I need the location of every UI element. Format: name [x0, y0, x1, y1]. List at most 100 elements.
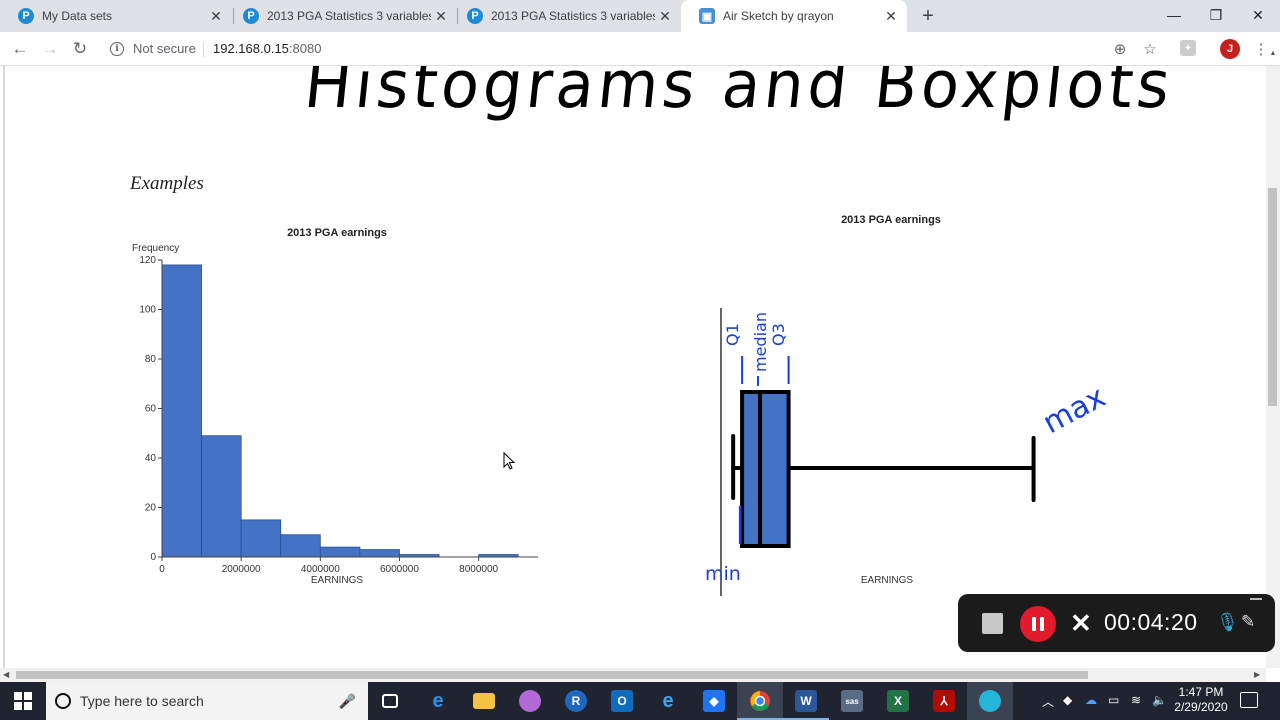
histogram-y-tick-label: 40	[145, 453, 157, 464]
histogram-y-tick-label: 60	[145, 404, 157, 415]
outlook-icon[interactable]: O	[608, 687, 636, 715]
histogram-bar	[240, 519, 282, 558]
histogram-bar	[201, 435, 242, 558]
minimize-recorder-button[interactable]	[1250, 598, 1262, 600]
paint-app-icon[interactable]	[516, 687, 544, 715]
taskbar-clock[interactable]: 1:47 PM 2/29/2020	[1172, 685, 1230, 715]
histogram-y-tick-label: 80	[145, 354, 157, 365]
pause-icon	[1032, 617, 1036, 631]
tab-strip: P My Data sets ✕ P 2013 PGA Statistics 3…	[0, 0, 1280, 32]
minimize-window-button[interactable]: —	[1152, 0, 1196, 30]
histogram-chart: 2013 PGA earnings Frequency EARNINGS 0 20…	[132, 227, 538, 586]
task-view-icon[interactable]	[376, 687, 404, 715]
word-icon[interactable]: W	[792, 687, 820, 715]
profile-avatar[interactable]: J	[1220, 39, 1240, 59]
pause-recording-button[interactable]	[1020, 606, 1056, 642]
scroll-up-arrow-icon[interactable]: ▲	[1267, 50, 1279, 60]
windows-taskbar: Type here to search 🎤 e R O e ◆ W sas X …	[0, 682, 1280, 720]
internet-explorer-icon[interactable]: e	[654, 687, 682, 715]
onedrive-icon[interactable]: ☁	[1085, 693, 1097, 707]
clock-time: 1:47 PM	[1178, 685, 1224, 699]
file-explorer-icon[interactable]	[470, 687, 498, 715]
action-center-icon[interactable]	[1240, 692, 1258, 708]
excel-icon[interactable]: X	[884, 687, 912, 715]
tab-pga-stats-2[interactable]: P 2013 PGA Statistics 3 variables ne ✕	[449, 0, 681, 32]
volume-muted-icon[interactable]: 🔈	[1152, 693, 1167, 707]
pinterest-style-favicon-icon: P	[467, 8, 483, 24]
vertical-scroll-thumb[interactable]	[1268, 188, 1277, 406]
histogram-y-tick-label: 0	[150, 552, 156, 563]
stop-recording-button[interactable]	[982, 613, 1003, 634]
url-divider	[203, 42, 204, 57]
close-tab-icon[interactable]: ✕	[431, 8, 451, 25]
reload-icon[interactable]: ↻	[68, 37, 92, 61]
tab-title: Air Sketch by qrayon	[723, 9, 834, 23]
max-annotation: max	[1037, 379, 1111, 441]
bookmark-star-icon[interactable]: ☆	[1139, 38, 1161, 60]
close-tab-icon[interactable]: ✕	[881, 8, 901, 25]
tab-pga-stats-1[interactable]: P 2013 PGA Statistics 3 variables ne ✕	[225, 0, 457, 32]
sas-icon[interactable]: sas	[838, 687, 866, 715]
pen-icon[interactable]: ✎	[1241, 612, 1255, 632]
boxplot-title: 2013 PGA earnings	[841, 214, 941, 226]
clock-date: 2/29/2020	[1174, 700, 1228, 714]
cortana-icon	[55, 693, 71, 709]
r-app-icon[interactable]: R	[562, 687, 590, 715]
histogram-x-tick-label: 4000000	[301, 564, 340, 575]
histogram-x-tick-label: 8000000	[459, 564, 498, 575]
histogram-bars	[161, 264, 519, 558]
windows-logo-icon	[14, 692, 32, 710]
address-bar[interactable]: 192.168.0.15:8080	[213, 41, 321, 56]
edge-browser-icon[interactable]: e	[424, 687, 452, 715]
chrome-logo-icon	[750, 691, 770, 711]
url-port: :8080	[288, 41, 322, 56]
extension-icon[interactable]: ✦	[1180, 40, 1196, 56]
histogram-y-tick-label: 20	[145, 503, 157, 514]
screen-recorder-app-icon[interactable]	[976, 687, 1004, 715]
histogram-ylabel: Frequency	[132, 243, 179, 254]
boxplot-xlabel: EARNINGS	[861, 575, 914, 586]
screen-recorder-widget: ✕ 00:04:20 🎙 ✎	[958, 594, 1275, 652]
pause-icon-bar	[1040, 617, 1044, 631]
page-content: Histograms and Boxplots Examples 2013 PG…	[0, 66, 1266, 668]
close-tab-icon[interactable]: ✕	[655, 8, 675, 25]
back-arrow-icon[interactable]: ←	[8, 37, 32, 61]
handwritten-title: Histograms and Boxplots	[300, 66, 1178, 123]
wifi-icon[interactable]: ≋	[1131, 693, 1141, 707]
microphone-icon[interactable]: 🎙	[1216, 612, 1239, 633]
scroll-left-arrow-icon[interactable]: ◀	[3, 668, 9, 682]
close-window-button[interactable]: ✕	[1236, 0, 1280, 30]
new-tab-button[interactable]: +	[916, 4, 940, 28]
tab-my-data-sets[interactable]: P My Data sets ✕	[0, 0, 232, 32]
histogram-x-tick-label: 6000000	[380, 564, 419, 575]
site-info-icon[interactable]: i	[110, 42, 124, 56]
histogram-bar	[359, 549, 400, 558]
url-host: 192.168.0.15	[213, 41, 289, 56]
security-status[interactable]: Not secure	[133, 41, 196, 56]
forward-arrow-icon[interactable]: →	[38, 37, 62, 61]
tab-title: 2013 PGA Statistics 3 variables ne	[267, 9, 431, 23]
q1-annotation: Q1	[723, 323, 742, 346]
scroll-right-arrow-icon[interactable]: ▶	[1254, 668, 1260, 682]
boxplot-box	[740, 390, 791, 548]
close-tab-icon[interactable]: ✕	[206, 8, 226, 25]
zoom-icon[interactable]: ⊕	[1109, 38, 1131, 60]
dropbox-tray-icon[interactable]: ◆	[1063, 693, 1072, 707]
cancel-recording-button[interactable]: ✕	[1070, 608, 1092, 638]
microphone-icon[interactable]: 🎤	[339, 693, 356, 710]
histogram-x-tick-label: 0	[159, 564, 165, 575]
boxplot-chart: 2013 PGA earnings EARNINGS 0200000040000…	[705, 214, 1111, 596]
horizontal-scroll-thumb[interactable]	[16, 671, 1088, 679]
dropbox-icon[interactable]: ◆	[700, 687, 728, 715]
search-placeholder: Type here to search	[80, 693, 204, 709]
histogram-x-tick-label: 2000000	[222, 564, 261, 575]
battery-icon[interactable]: ▭	[1108, 693, 1119, 707]
restore-window-button[interactable]: ❐	[1194, 0, 1238, 30]
show-hidden-icons-icon[interactable]: ︿	[1042, 693, 1054, 710]
taskbar-search-box[interactable]: Type here to search 🎤	[46, 682, 368, 720]
tab-air-sketch[interactable]: ▣ Air Sketch by qrayon ✕	[681, 0, 907, 32]
acrobat-icon[interactable]: ⅄	[930, 687, 958, 715]
histogram-bar	[161, 264, 202, 558]
chrome-icon[interactable]	[746, 687, 774, 715]
start-button[interactable]	[0, 682, 46, 720]
